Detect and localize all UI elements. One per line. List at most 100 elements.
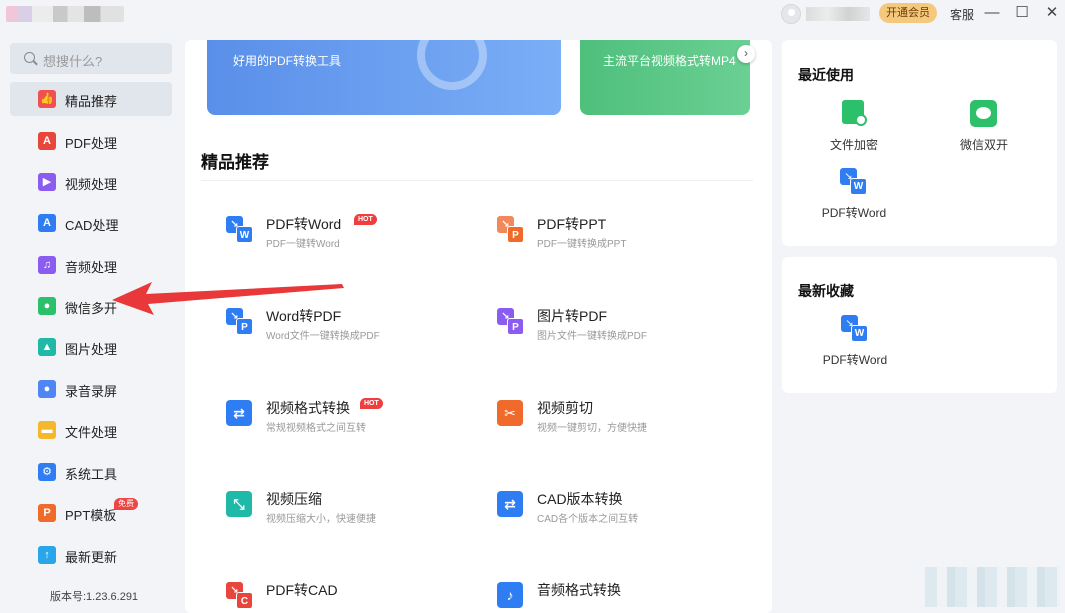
sidebar-item-label: 最新更新 bbox=[65, 550, 118, 565]
annotation-arrow bbox=[112, 282, 344, 315]
sidebar-item-ppt-templates[interactable]: P PPT模板 免费 bbox=[10, 496, 172, 530]
tool-image-to-pdf[interactable]: ↘ P 图片转PDF 图片文件一键转换成PDF bbox=[497, 306, 747, 346]
thumbs-up-icon: 👍 bbox=[38, 90, 56, 108]
close-button[interactable]: ✕ bbox=[1042, 3, 1062, 23]
recent-item-wechat-dual[interactable]: 微信双开 bbox=[939, 100, 1029, 153]
customer-service-button[interactable]: 客服 bbox=[950, 6, 974, 23]
search-icon bbox=[24, 52, 35, 63]
tool-name: PDF转Word bbox=[266, 216, 342, 232]
tool-video-compress[interactable]: ⤡ 视频压缩 视频压缩大小，快速便捷 bbox=[226, 489, 476, 529]
sidebar-item-label: 图片处理 bbox=[65, 342, 118, 357]
pdf-icon: A bbox=[38, 132, 56, 150]
sidebar-item-label: 系统工具 bbox=[65, 467, 118, 482]
tool-audio-format-convert[interactable]: ♪ 音频格式转换 bbox=[497, 580, 747, 613]
chevron-right-icon[interactable]: › bbox=[737, 45, 755, 63]
latest-favorites-title: 最新收藏 bbox=[798, 283, 854, 299]
search-box[interactable]: 想搜什么? bbox=[10, 43, 172, 74]
latest-favorites-panel: 最新收藏 ↘ W PDF转Word bbox=[782, 257, 1057, 393]
user-name-blurred[interactable] bbox=[806, 7, 870, 21]
gear-icon: ⚙ bbox=[38, 463, 56, 481]
recent-item-file-encrypt[interactable]: 文件加密 bbox=[809, 100, 899, 153]
hot-badge: HOT bbox=[354, 214, 377, 225]
tool-pdf-to-ppt[interactable]: ↘ P PDF转PPT PDF一键转换成PPT bbox=[497, 214, 747, 254]
tool-description: PDF一键转Word bbox=[266, 239, 340, 250]
minimize-button[interactable]: — bbox=[982, 3, 1002, 23]
tool-pdf-to-word[interactable]: ↘ W PDF转Word HOT PDF一键转Word bbox=[226, 214, 476, 254]
sidebar-item-audio[interactable]: ♫ 音频处理 bbox=[10, 248, 172, 282]
pdf-to-word-icon: ↘ W bbox=[226, 216, 254, 244]
recent-item-label: 微信双开 bbox=[959, 138, 1008, 152]
tool-name: CAD版本转换 bbox=[537, 491, 623, 507]
tool-description: 视频一键剪切，方便快捷 bbox=[537, 423, 647, 434]
app-logo bbox=[6, 6, 124, 22]
free-badge: 免费 bbox=[114, 498, 138, 510]
image-icon: ▲ bbox=[38, 338, 56, 356]
sidebar-item-video[interactable]: ▶ 视频处理 bbox=[10, 165, 172, 199]
hot-badge: HOT bbox=[360, 398, 383, 409]
search-placeholder[interactable]: 想搜什么? bbox=[43, 51, 102, 70]
favorite-item-label: PDF转Word bbox=[822, 353, 888, 367]
sidebar-item-recommended[interactable]: 👍 精品推荐 bbox=[10, 82, 172, 116]
tool-description: Word文件一键转换成PDF bbox=[266, 331, 380, 342]
upload-icon: ↑ bbox=[38, 546, 56, 564]
banner-text: 主流平台视频格式转MP4 bbox=[603, 54, 736, 68]
tool-cad-version-convert[interactable]: ⇄ CAD版本转换 CAD各个版本之间互转 bbox=[497, 489, 747, 529]
wechat-icon bbox=[970, 100, 998, 128]
sidebar-item-label: 音频处理 bbox=[65, 260, 118, 275]
sidebar-item-updates[interactable]: ↑ 最新更新 bbox=[10, 538, 172, 572]
banner-pdf-converter[interactable]: 好用的PDF转换工具 bbox=[207, 40, 561, 115]
maximize-button[interactable]: ☐ bbox=[1012, 3, 1032, 23]
tool-name: PDF转PPT bbox=[537, 216, 607, 232]
tool-video-format-convert[interactable]: ⇄ 视频格式转换 HOT 常规视频格式之间互转 bbox=[226, 398, 476, 438]
swap-arrows-icon: ⇄ bbox=[226, 400, 254, 428]
sidebar-item-image[interactable]: ▲ 图片处理 bbox=[10, 330, 172, 364]
version-text: 版本号:1.23.6.291 bbox=[50, 591, 139, 603]
sidebar-item-cad[interactable]: A CAD处理 bbox=[10, 206, 172, 240]
cad-convert-icon: ⇄ bbox=[497, 491, 525, 519]
tool-pdf-to-cad[interactable]: ↘ C PDF转CAD bbox=[226, 580, 476, 613]
folder-icon: ▬ bbox=[38, 421, 56, 439]
cad-icon: A bbox=[38, 214, 56, 232]
favorite-item-pdf-to-word[interactable]: ↘ W PDF转Word bbox=[810, 315, 900, 368]
recent-use-panel: 最近使用 文件加密 微信双开 ↘ W PDF转Word bbox=[782, 40, 1057, 246]
tool-description: 视频压缩大小，快速便捷 bbox=[266, 514, 376, 525]
refresh-arrows-icon bbox=[417, 40, 487, 90]
tool-name: 视频格式转换 bbox=[266, 400, 350, 416]
recent-use-title: 最近使用 bbox=[798, 67, 854, 83]
banner-video-converter[interactable]: 主流平台视频格式转MP4 bbox=[580, 40, 750, 115]
user-avatar[interactable] bbox=[781, 4, 801, 24]
sidebar-item-files[interactable]: ▬ 文件处理 bbox=[10, 413, 172, 447]
watermark-blur bbox=[925, 567, 1060, 607]
open-vip-button[interactable]: 开通会员 bbox=[879, 3, 937, 23]
tool-name: PDF转CAD bbox=[266, 582, 338, 598]
tool-description: PDF一键转换成PPT bbox=[537, 239, 627, 250]
section-title: 精品推荐 bbox=[201, 153, 269, 172]
sidebar-item-recording[interactable]: ● 录音录屏 bbox=[10, 372, 172, 406]
microphone-icon: ● bbox=[38, 380, 56, 398]
file-lock-icon bbox=[840, 100, 868, 128]
divider bbox=[201, 180, 753, 181]
sidebar-item-label: CAD处理 bbox=[65, 218, 119, 233]
sidebar-item-label: 文件处理 bbox=[65, 425, 118, 440]
sidebar-item-pdf[interactable]: A PDF处理 bbox=[10, 124, 172, 158]
sidebar-item-label: 精品推荐 bbox=[65, 94, 118, 109]
sidebar-item-system-tools[interactable]: ⚙ 系统工具 bbox=[10, 455, 172, 489]
title-bar: 开通会员 客服 — ☐ ✕ bbox=[0, 0, 1065, 32]
tool-description: 常规视频格式之间互转 bbox=[266, 423, 366, 434]
recent-item-pdf-to-word[interactable]: ↘ W PDF转Word bbox=[809, 168, 899, 221]
pdf-to-word-icon: ↘ W bbox=[840, 168, 868, 196]
music-icon: ♪ bbox=[497, 582, 525, 610]
sidebar-item-label: 录音录屏 bbox=[65, 384, 118, 399]
pdf-to-ppt-icon: ↘ P bbox=[497, 216, 525, 244]
music-icon: ♫ bbox=[38, 256, 56, 274]
video-cut-icon: ✂ bbox=[497, 400, 525, 428]
play-icon: ▶ bbox=[38, 173, 56, 191]
tool-name: 视频压缩 bbox=[266, 491, 322, 507]
image-to-pdf-icon: ↘ P bbox=[497, 308, 525, 336]
pdf-to-cad-icon: ↘ C bbox=[226, 582, 254, 610]
tool-name: 图片转PDF bbox=[537, 308, 607, 324]
tool-description: 图片文件一键转换成PDF bbox=[537, 331, 647, 342]
pdf-to-word-icon: ↘ W bbox=[841, 315, 869, 343]
sidebar-item-label: 视频处理 bbox=[65, 177, 118, 192]
tool-video-cut[interactable]: ✂ 视频剪切 视频一键剪切，方便快捷 bbox=[497, 398, 747, 438]
